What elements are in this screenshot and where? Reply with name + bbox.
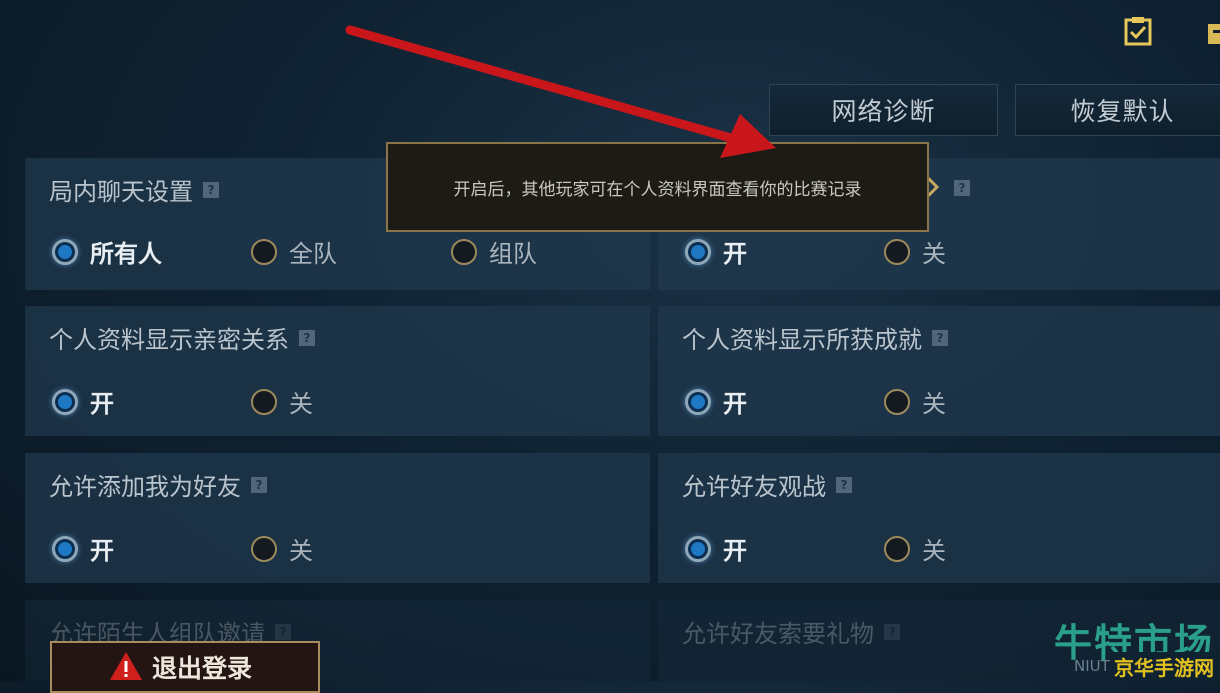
watermark-latin: NIUT — [1074, 657, 1110, 675]
annotation-arrow — [345, 25, 776, 158]
watermark-sub: 京华手游网 — [1114, 652, 1214, 681]
